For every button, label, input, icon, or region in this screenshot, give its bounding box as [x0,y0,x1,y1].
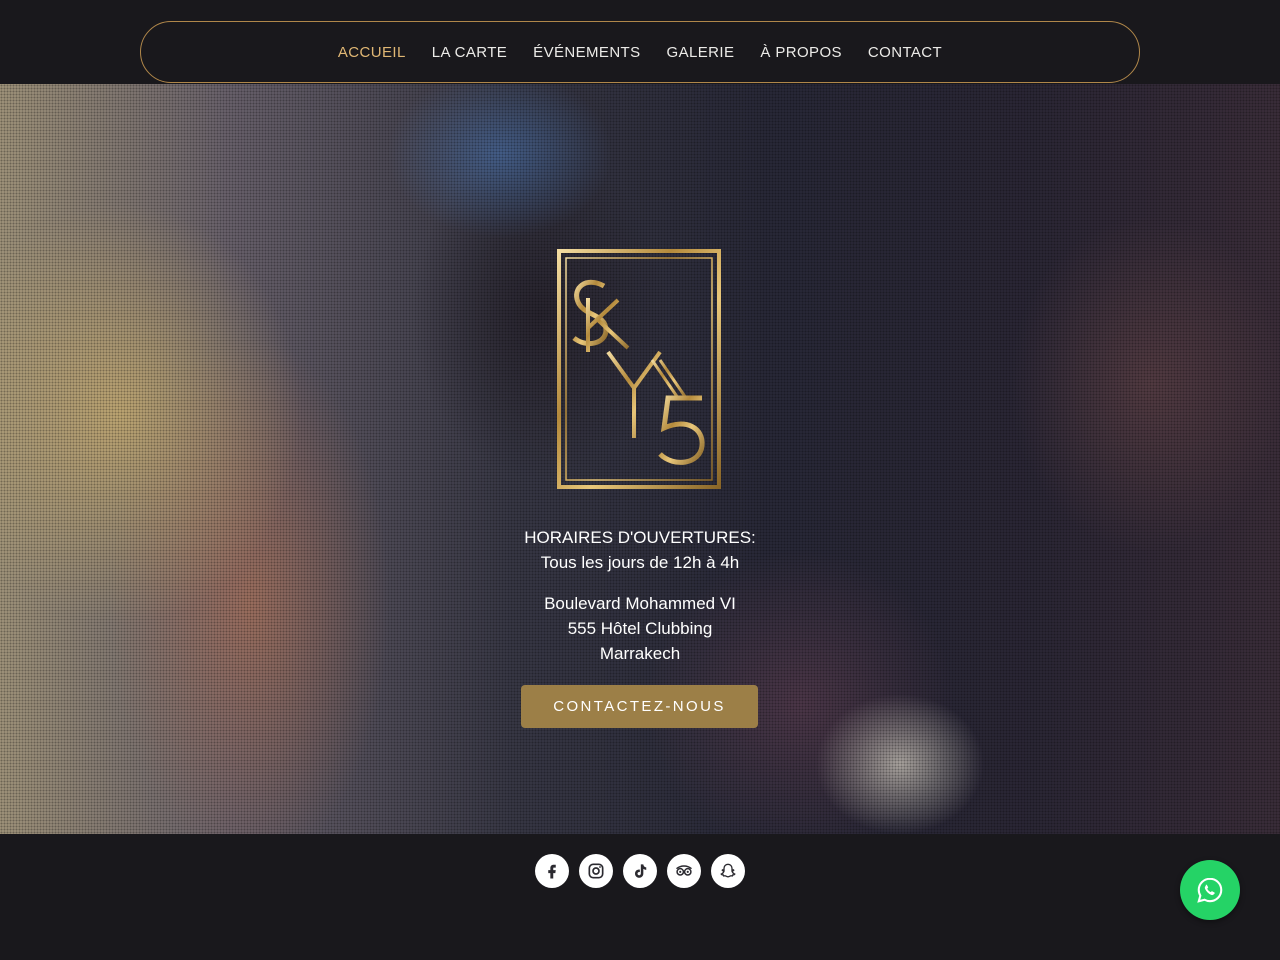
tripadvisor-icon[interactable] [667,854,701,888]
main-nav: ACCUEIL LA CARTE ÉVÉNEMENTS GALERIE À PR… [140,21,1140,83]
site-header: ACCUEIL LA CARTE ÉVÉNEMENTS GALERIE À PR… [0,0,1280,84]
nav-item-evenements[interactable]: ÉVÉNEMENTS [533,44,640,61]
tiktok-icon[interactable] [623,854,657,888]
sky5-logo [557,249,721,489]
whatsapp-icon[interactable] [1180,860,1240,920]
snapchat-icon[interactable] [711,854,745,888]
nav-item-accueil[interactable]: ACCUEIL [338,44,406,61]
address-line-city: Marrakech [599,644,681,663]
nav-item-a-propos[interactable]: À PROPOS [760,44,842,61]
facebook-icon[interactable] [535,854,569,888]
address-line-street: Boulevard Mohammed VI [544,594,736,613]
hours-text: Tous les jours de 12h à 4h [540,553,740,572]
contact-us-button[interactable]: CONTACTEZ-NOUS [521,685,758,728]
hours-title: HORAIRES D'OUVERTURES: [524,528,756,547]
hero-section: HORAIRES D'OUVERTURES: Tous les jours de… [0,84,1280,834]
address-line-venue: 555 Hôtel Clubbing [567,619,713,638]
address-block: Boulevard Mohammed VI 555 Hôtel Clubbing… [440,591,840,666]
site-footer [0,834,1280,960]
opening-hours: HORAIRES D'OUVERTURES: Tous les jours de… [440,525,840,575]
instagram-icon[interactable] [579,854,613,888]
nav-item-la-carte[interactable]: LA CARTE [432,44,507,61]
nav-item-galerie[interactable]: GALERIE [667,44,735,61]
social-links [535,854,745,888]
nav-item-contact[interactable]: CONTACT [868,44,942,61]
